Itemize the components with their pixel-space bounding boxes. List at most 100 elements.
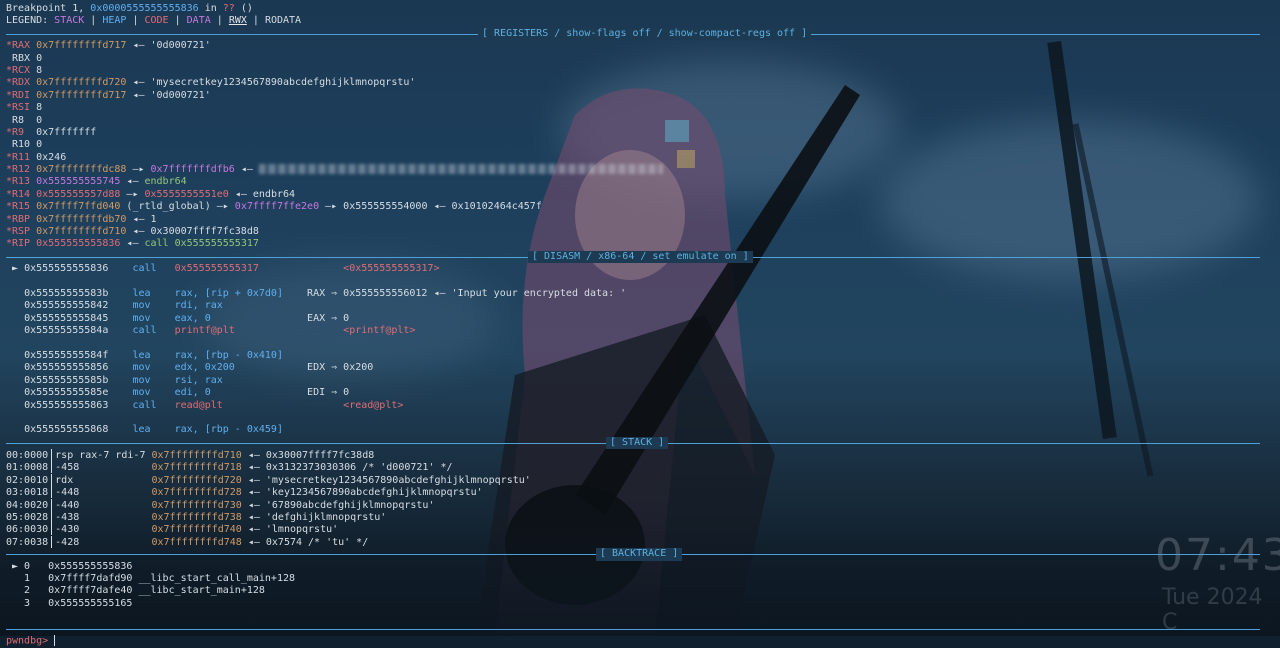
register-name: *R9 xyxy=(6,126,37,138)
stack-row: 02:0010 rdx 0x7ffffffffd720 ◂— 'mysecretk… xyxy=(6,473,1274,486)
stack-divider xyxy=(51,449,53,462)
register-deref-tail: —▸ 0x555555554000 ◂— 0x10102464c457f xyxy=(319,201,542,213)
stack-index: 02:0010 xyxy=(6,474,49,486)
register-name: *RDX xyxy=(6,77,37,89)
stack-value: ◂— 0x3132373030306 /* 'd000721' */ xyxy=(241,462,453,474)
disasm-marker xyxy=(6,400,24,411)
stack-index: 07:0038 xyxy=(6,536,49,548)
stack-divider xyxy=(51,523,53,536)
register-deref: ◂— xyxy=(120,238,145,250)
terminal[interactable]: Breakpoint 1, 0x0000555555555836 in ?? (… xyxy=(0,0,1280,646)
register-value: 0x555555555836 xyxy=(36,238,121,250)
stack-offset: -448 xyxy=(55,487,152,499)
stack-index: 03:0018 xyxy=(6,487,49,499)
stack-offset: rsp rax-7 rdi-7 xyxy=(55,450,152,462)
register-deref-tail: ◂— xyxy=(234,164,259,176)
register-name: *RDI xyxy=(6,89,37,101)
register-name: R10 xyxy=(6,139,37,151)
stack-divider xyxy=(51,498,53,511)
register-deref: ◂— '0d000721' xyxy=(126,40,211,52)
disasm-address: 0x55555555583b xyxy=(24,287,133,299)
stack-value: ◂— 'mysecretkey1234567890abcdefghijklmno… xyxy=(241,474,531,486)
register-deref: 0x246 xyxy=(36,151,67,163)
register-deref-value: endbr64 xyxy=(144,176,187,188)
register-name: *R12 xyxy=(6,164,37,176)
register-name: *R15 xyxy=(6,201,37,213)
disasm-address: 0x555555555842 xyxy=(24,300,133,312)
register-row-r15: *R15 0x7ffff7ffd040 (_rtld_global) —▸ 0x… xyxy=(6,201,1274,213)
disasm-row: 0x55555555585b mov rsi, rax xyxy=(6,375,1274,387)
register-row-rsp: *RSP 0x7ffffffffd710 ◂— 0x30007ffff7fc38… xyxy=(6,226,1274,238)
disasm-blank xyxy=(6,412,1274,424)
disasm-marker xyxy=(6,424,24,435)
stack-divider xyxy=(51,473,53,486)
stack-divider xyxy=(51,535,53,548)
stack-address: 0x7ffffffffd710 xyxy=(151,450,242,462)
register-name: *R11 xyxy=(6,151,37,163)
stack-index: 05:0028 xyxy=(6,512,49,524)
stack-row: 03:0018 -448 0x7ffffffffd728 ◂— 'key12345… xyxy=(6,486,1274,499)
prompt-line[interactable]: pwndbg> xyxy=(6,634,1274,647)
breakpoint-address: 0x0000555555555836 xyxy=(90,3,199,14)
disasm-marker xyxy=(6,300,24,311)
register-deref-tail: ◂— endbr64 xyxy=(228,188,296,200)
stack-address: 0x7ffffffffd730 xyxy=(151,499,242,511)
register-deref: 0 xyxy=(36,52,43,64)
disasm-operands: edx, 0x200 xyxy=(174,362,308,374)
register-value: 0x7ffffffffdc88 xyxy=(36,164,127,176)
register-name: *RSI xyxy=(6,102,37,114)
stack-offset: -440 xyxy=(55,499,152,511)
stack-value: ◂— 'lmnopqrstu' xyxy=(241,524,339,536)
register-value: 0x555555555745 xyxy=(36,176,121,188)
register-deref: ◂— xyxy=(120,176,145,188)
disasm-row: 0x555555555842 mov rdi, rax xyxy=(6,300,1274,312)
disasm-mnemonic: lea xyxy=(132,349,175,361)
disasm-marker: ► xyxy=(6,263,25,275)
disasm-mnemonic: mov xyxy=(132,387,175,399)
stack-offset: -430 xyxy=(55,524,152,536)
register-deref-value: 0x7ffff7ffe2e0 xyxy=(234,201,320,213)
disasm-operands: eax, 0 xyxy=(174,312,308,324)
disasm-address: 0x55555555584a xyxy=(24,325,133,337)
register-row-r10: R10 0 xyxy=(6,139,1274,151)
register-value: 0x555555557d88 xyxy=(36,188,121,200)
register-value: 0x7ffffffffd710 xyxy=(36,226,127,238)
disasm-address: 0x555555555845 xyxy=(24,312,133,324)
disasm-annotation: EAX ⇒ 0 xyxy=(307,312,350,324)
legend-rwx: RWX xyxy=(228,15,247,27)
stack-offset: -458 xyxy=(55,462,152,474)
backtrace-row: 3 0x555555555165 xyxy=(6,598,1274,610)
register-row-rbp: *RBP 0x7ffffffffdb70 ◂— 1 xyxy=(6,214,1274,226)
register-deref: ◂— '0d000721' xyxy=(126,89,211,101)
disasm-mnemonic: mov xyxy=(132,312,175,324)
disasm-address: 0x55555555584f xyxy=(24,349,133,361)
register-deref: —▸ xyxy=(120,188,145,200)
legend-rodata: RODATA xyxy=(264,15,302,27)
register-name: *R13 xyxy=(6,176,37,188)
register-value: 0x7ffffffffd717 xyxy=(36,40,127,52)
register-deref: ◂— 0x30007ffff7fc38d8 xyxy=(126,226,259,238)
register-deref: 0x7fffffff xyxy=(36,126,97,138)
disasm-annotation: <printf@plt> xyxy=(343,325,416,337)
stack-value: ◂— '67890abcdefghijklmnopqrstu' xyxy=(241,499,435,511)
disasm-mnemonic: mov xyxy=(132,300,175,312)
disasm-panel: ► 0x555555555836 call 0x555555555317 <0x… xyxy=(6,263,1274,436)
stack-address: 0x7ffffffffd720 xyxy=(151,474,242,486)
stack-row: 05:0028 -438 0x7ffffffffd738 ◂— 'defghijk… xyxy=(6,511,1274,524)
backtrace-row: 2 0x7ffff7dafe40 __libc_start_main+128 xyxy=(6,585,1274,597)
disasm-row: 0x555555555845 mov eax, 0 EAX ⇒ 0 xyxy=(6,313,1274,325)
disasm-mnemonic: call xyxy=(132,325,175,337)
stack-offset: -428 xyxy=(55,536,152,548)
disasm-address: 0x555555555863 xyxy=(24,399,133,411)
register-name: *RBP xyxy=(6,213,37,225)
backtrace-header: [ BACKTRACE ] xyxy=(6,548,1274,561)
redacted-blur xyxy=(258,164,663,175)
disasm-marker xyxy=(6,288,24,299)
disasm-mnemonic: lea xyxy=(132,424,175,436)
legend-code: CODE xyxy=(144,15,169,27)
register-name: RBX xyxy=(6,52,37,64)
disasm-marker xyxy=(6,350,24,361)
cursor[interactable] xyxy=(54,634,56,646)
breakpoint-line: Breakpoint 1, 0x0000555555555836 in ?? (… xyxy=(6,3,253,14)
register-value: 0x7ffffffffdb70 xyxy=(36,213,127,225)
